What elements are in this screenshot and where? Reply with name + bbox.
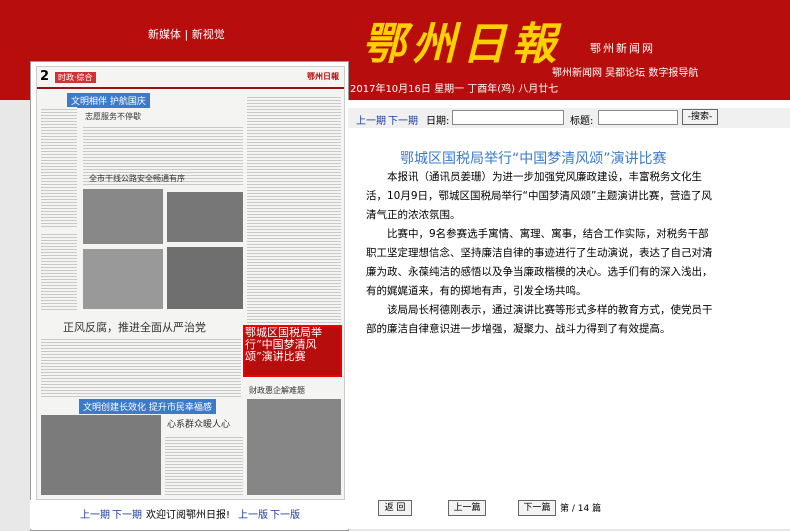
prev-page-link[interactable]: 上一版 xyxy=(238,506,268,521)
page-nav-bar: 上一期 下一期 欢迎订阅鄂州日报! 上一版 下一版 xyxy=(30,500,347,529)
back-button[interactable]: 返 回 xyxy=(378,500,412,516)
next-issue-link[interactable]: 下一期 xyxy=(388,112,418,127)
article-paragraph: 该局局长柯德刚表示，通过演讲比赛等形式多样的教育方式，使党员干部的廉洁自律意识进… xyxy=(366,304,713,335)
text-block xyxy=(247,95,341,335)
news-photo xyxy=(247,399,341,495)
page-number: 2 xyxy=(40,69,50,84)
headline-1[interactable]: 文明相伴 护航国庆 xyxy=(67,93,150,108)
headline-4[interactable]: 正风反腐，推进全面从严治党 xyxy=(63,319,206,335)
page-header: 2 时政·综合 鄂州日報 xyxy=(37,67,344,89)
article-nav-bar: 返 回 上一篇 下一篇 第 / 14 篇 xyxy=(348,496,790,529)
article-title: 鄂城区国税局举行“中国梦清风颂”演讲比赛 xyxy=(400,151,667,167)
headline-2[interactable]: 志愿服务不停歇 xyxy=(85,111,141,122)
news-photo xyxy=(167,247,243,309)
news-photo xyxy=(41,415,161,495)
issue-date: 2017年10月16日 星期一 丁酉年(鸡) 八月廿七 xyxy=(350,84,559,95)
article-paragraph: 比赛中，9名参赛选手寓情、寓理、寓事，结合工作实际，对税务干部职工坚定理想信念、… xyxy=(366,228,713,297)
new-media-links[interactable]: 新媒体 | 新视觉 xyxy=(148,26,225,42)
prev-article-button[interactable]: 上一篇 xyxy=(448,500,486,516)
article-page-info: 第 / 14 篇 xyxy=(560,504,602,514)
welcome-text: 欢迎订阅鄂州日报! xyxy=(146,510,231,521)
newspaper-page-image[interactable]: 2 时政·综合 鄂州日報 文明相伴 护航国庆 志愿服务不停歇 全市干线公路安全畅… xyxy=(36,66,345,500)
text-block xyxy=(41,337,241,397)
next-issue-link[interactable]: 下一期 xyxy=(112,506,142,521)
net-links[interactable]: 鄂州新闻网 吴都论坛 数字报导航 xyxy=(552,64,698,79)
news-photo xyxy=(167,192,243,242)
headline-7[interactable]: 财政惠企解难题 xyxy=(249,385,305,396)
search-button[interactable]: -搜索- xyxy=(682,109,718,125)
text-block xyxy=(165,435,243,495)
news-photo xyxy=(83,249,163,309)
page-masthead: 鄂州日報 xyxy=(307,72,339,81)
article-paragraph: 本报讯（通讯员姜珊）为进一步加强党风廉政建设，丰富税务文化生活，10月9日，鄂城… xyxy=(366,171,712,221)
next-page-link[interactable]: 下一版 xyxy=(270,506,300,521)
article-body: 本报讯（通讯员姜珊）为进一步加强党风廉政建设，丰富税务文化生活，10月9日，鄂城… xyxy=(366,168,718,339)
net-name-link[interactable]: 鄂州新闻网 xyxy=(590,40,655,56)
date-input[interactable] xyxy=(452,110,564,125)
next-article-button[interactable]: 下一篇 xyxy=(518,500,556,516)
headline-5[interactable]: 文明创建长效化 提升市民幸福感 xyxy=(79,399,216,414)
news-photo xyxy=(83,189,163,244)
section-label: 时政·综合 xyxy=(55,72,96,83)
text-block xyxy=(41,232,77,312)
selected-article-highlight[interactable]: 鄂城区国税局举行“中国梦清风颂”演讲比赛 xyxy=(243,325,342,377)
text-block xyxy=(41,107,77,227)
site-logo: 鄂州日報 xyxy=(362,19,562,70)
date-label: 日期: xyxy=(426,116,450,127)
search-toolbar: 上一期 下一期 日期: 标题: -搜索- xyxy=(348,108,790,128)
title-input[interactable] xyxy=(598,110,678,125)
title-label: 标题: xyxy=(570,116,594,127)
prev-issue-link[interactable]: 上一期 xyxy=(356,112,386,127)
prev-issue-link[interactable]: 上一期 xyxy=(80,506,110,521)
headline-6[interactable]: 心系群众暖人心 xyxy=(167,417,230,430)
headline-3[interactable]: 全市干线公路安全畅通有序 xyxy=(89,173,185,184)
